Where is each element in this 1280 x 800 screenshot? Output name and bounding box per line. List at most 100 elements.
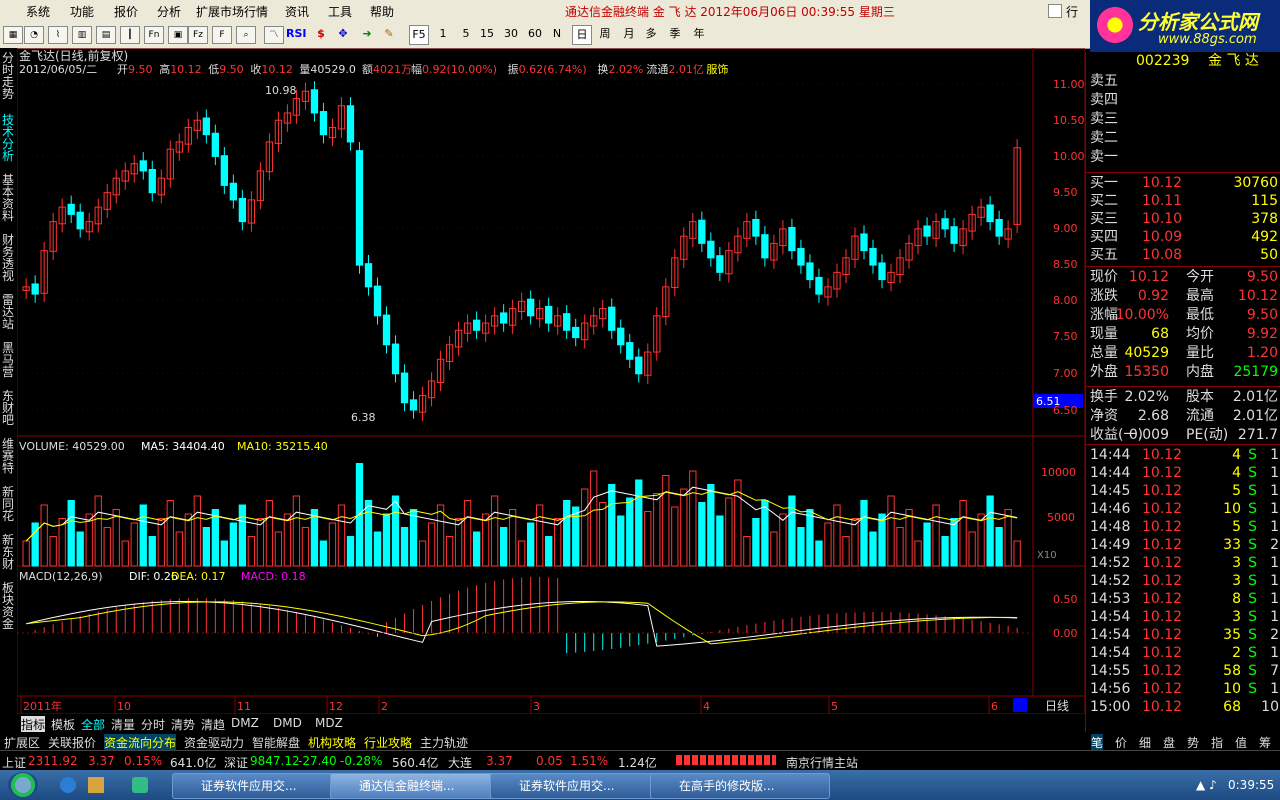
right-tab[interactable]: 势 [1187,734,1199,751]
time-axis-bar [16,695,1086,715]
tick-volume: 35 [1223,627,1241,643]
tick-volume: 3 [1232,609,1241,625]
ext-tab[interactable]: 行业攻略 [364,734,412,751]
sub-tab[interactable]: 清量 [111,716,135,733]
grid-icon[interactable]: ▦ [3,26,23,44]
sub-tab[interactable]: 全部 [81,716,105,733]
task-4[interactable]: 在高手的修改版... [650,773,830,799]
stock-code: 002239 [1136,53,1190,69]
tick-row: 14:52 10.12 3 S 1 [1086,554,1280,572]
tab-tonghuashun[interactable]: 新同花 [2,486,15,522]
tab-finance[interactable]: 财务透视 [2,234,15,282]
ie-icon[interactable] [60,777,76,793]
interval-week[interactable]: 周 [596,25,614,43]
stat-value: 15350 [1124,364,1169,380]
period-15[interactable]: 15 [478,25,496,43]
interval-month[interactable]: 月 [620,25,638,43]
start-button-icon[interactable] [8,772,38,798]
right-tab[interactable]: 筹 [1259,734,1271,751]
dollar-icon[interactable]: $ [312,25,330,43]
sub-tab[interactable]: 指标 [21,716,46,733]
tab-eastmoney-bar[interactable]: 东财吧 [2,390,15,426]
candle-icon[interactable]: ┃ [120,26,140,44]
ext-tab[interactable]: 智能解盘 [252,734,300,751]
sub-tab[interactable]: 清势 [171,716,195,733]
chart-compare-icon[interactable]: ▤ [96,26,116,44]
right-tab[interactable]: 笔 [1091,734,1104,751]
task-1[interactable]: 证券软件应用交... [172,773,342,799]
ext-tab[interactable]: 机构攻略 [308,734,356,751]
tab-technical[interactable]: 技术分析 [2,114,15,162]
tab-intraday[interactable]: 分时走势 [2,52,15,100]
line-chart-icon[interactable]: ⌇ [48,26,68,44]
tab-darkhorse[interactable]: 黑马营 [2,342,15,378]
fun-icon[interactable]: Fn [144,26,164,44]
right-tab[interactable]: 价 [1115,734,1127,751]
period-5[interactable]: 5 [457,25,475,43]
period-60[interactable]: 60 [526,25,544,43]
interval-day[interactable]: 日 [572,25,592,45]
sub-tab[interactable]: MDZ [315,716,343,730]
tab-radar[interactable]: 雷达站 [2,294,15,330]
ext-tab[interactable]: 资金驱动力 [184,734,244,751]
minimize-icon[interactable] [1048,4,1062,18]
ext-tab[interactable]: 关联报价 [48,734,96,751]
right-tab[interactable]: 值 [1235,734,1247,751]
right-tab[interactable]: 盘 [1163,734,1175,751]
bid-label: 买四 [1090,229,1118,245]
fiz-icon[interactable]: Fz [188,26,208,44]
kline-chart-svg[interactable]: 金飞达(日线,前复权) 2012/06/05/二 开 9.50 高 10.12 低 9.5… [16,47,1086,715]
app-icon[interactable] [132,777,148,793]
tab-fundamentals[interactable]: 基本资料 [2,174,15,222]
right-tab[interactable]: 细 [1139,734,1151,751]
tab-weisaite[interactable]: 维赛特 [2,438,15,474]
trend-icon[interactable]: 〽 [264,26,284,44]
menu-tools[interactable]: 工具 [328,3,352,20]
menu-quote[interactable]: 报价 [114,3,138,20]
volume-bar [175,531,183,567]
task-2[interactable]: 通达信金融终端... [330,773,510,799]
interval-multi[interactable]: 多 [642,25,660,43]
task-3[interactable]: 证券软件应用交... [490,773,670,799]
pen-icon[interactable]: ✎ [380,25,398,43]
bar-chart-icon[interactable]: ▥ [72,26,92,44]
menu-ext-market[interactable]: 扩展市场行情 [196,3,268,20]
tray-icons[interactable]: ▲ ♪ [1196,778,1217,792]
sub-tab[interactable]: 模板 [51,716,75,733]
ext-tab[interactable]: 资金流向分布 [104,734,177,751]
menu-analysis[interactable]: 分析 [157,3,181,20]
pie-icon[interactable]: ◔ [24,26,44,44]
period-1[interactable]: 1 [434,25,452,43]
right-tab[interactable]: 指 [1211,734,1223,751]
sub-tab[interactable]: DMZ [231,716,259,730]
period-f5[interactable]: F5 [409,25,429,45]
volume-bar [1013,540,1021,567]
menu-help[interactable]: 帮助 [370,3,394,20]
interval-quarter[interactable]: 季 [666,25,684,43]
rsi-button[interactable]: RSI [286,25,307,43]
volume-bar [680,488,688,567]
arrow-icon[interactable]: ➜ [358,25,376,43]
f10-icon[interactable]: F [212,26,232,44]
period-n[interactable]: N [548,25,566,43]
menu-news[interactable]: 资讯 [285,3,309,20]
tab-sector-funds[interactable]: 板块资金 [2,582,15,630]
folder-icon[interactable] [88,777,104,793]
sub-tab[interactable]: DMD [273,716,302,730]
ext-tab[interactable]: 主力轨迹 [420,734,468,751]
menu-system[interactable]: 系统 [26,3,50,20]
kline-chart-area[interactable]: 金飞达(日线,前复权) 2012/06/05/二 开 9.50 高 10.12 低 9.5… [16,47,1086,718]
tick-count: 1 [1270,573,1279,589]
period-30[interactable]: 30 [502,25,520,43]
search-icon[interactable]: ⌕ [236,26,256,44]
stat-value: 25179 [1233,364,1278,380]
sub-tab[interactable]: 分时 [141,716,165,733]
sub-tab[interactable]: 清趋 [201,716,225,733]
menu-function[interactable]: 功能 [70,3,94,20]
interval-year[interactable]: 年 [690,25,708,43]
zoom-icon[interactable]: ▣ [168,26,188,44]
menu-right-button[interactable]: 行 [1066,3,1078,20]
move-icon[interactable]: ✥ [334,25,352,43]
ext-tab[interactable]: 扩展区 [4,734,40,751]
tab-eastmoney[interactable]: 新东财 [2,534,15,570]
